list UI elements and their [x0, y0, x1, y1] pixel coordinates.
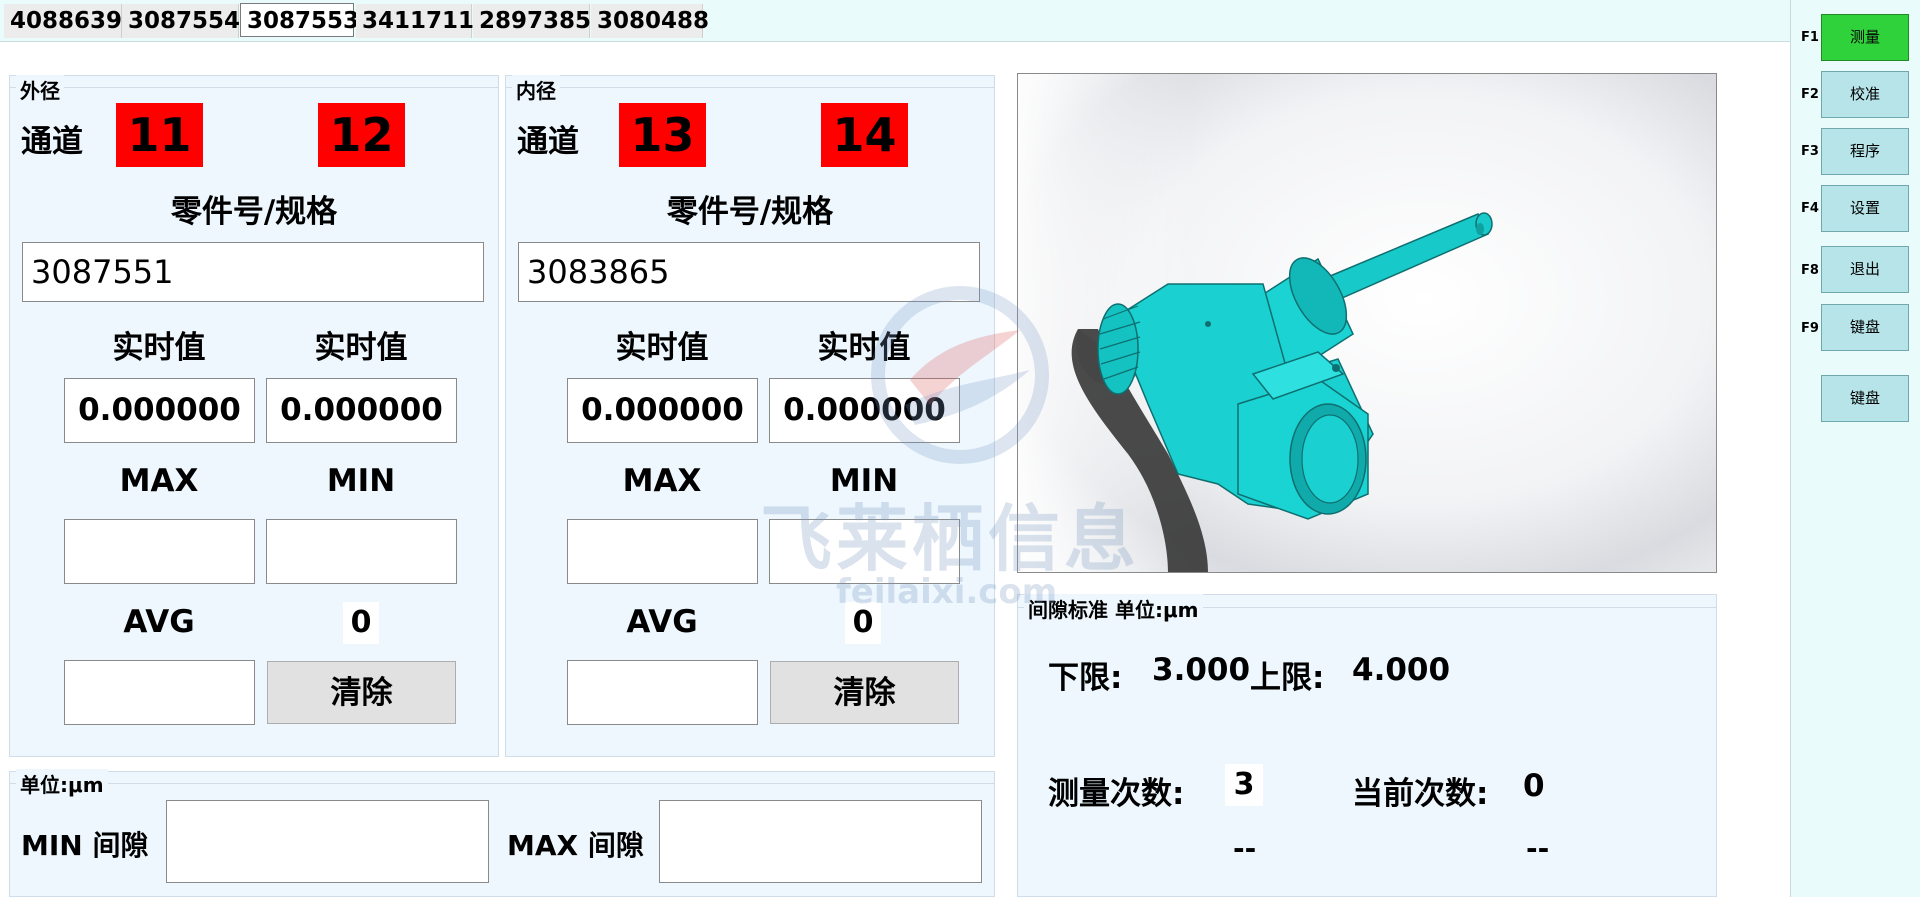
inner-min-label: MIN	[829, 463, 899, 499]
inner-count-value: 0	[845, 602, 881, 644]
current-count-value: 0	[1523, 768, 1545, 804]
min-gap-field[interactable]	[166, 800, 489, 883]
outer-part-number-value: 3087551	[31, 253, 174, 291]
outer-count-value: 0	[343, 602, 379, 644]
exit-button[interactable]: 退出	[1821, 246, 1909, 293]
outer-realtime-value-1: 0.000000	[64, 378, 255, 443]
tab-4088639[interactable]: 4088639	[4, 4, 122, 38]
tab-2897385[interactable]: 2897385	[473, 4, 591, 38]
inner-realtime-value-1: 0.000000	[567, 378, 758, 443]
outer-max-label: MAX	[119, 463, 199, 499]
gap-panel-title: 单位:μm	[16, 769, 108, 798]
outer-part-label: 零件号/规格	[170, 194, 338, 230]
lower-limit-label: 下限:	[1048, 660, 1123, 696]
outer-max-field[interactable]	[64, 519, 255, 584]
f4-key-label: F4	[1801, 201, 1819, 216]
measure-count-label: 测量次数:	[1048, 776, 1185, 812]
function-key-sidebar: F1 测量 F2 校准 F3 程序 F4 设置 F8 退出 F9 键盘 键盘	[1790, 0, 1920, 897]
outer-panel-title: 外径	[16, 75, 64, 104]
part-image-frame	[1017, 73, 1717, 573]
inner-min-field[interactable]	[769, 519, 960, 584]
inner-part-label: 零件号/规格	[666, 194, 834, 230]
outer-clear-button[interactable]: 清除	[267, 661, 456, 724]
outer-panel-border	[9, 87, 499, 88]
inner-panel-title: 内径	[512, 75, 560, 104]
part-3d-image	[1018, 74, 1716, 572]
gap-standard-title: 间隙标准 单位:μm	[1024, 594, 1203, 623]
channel-14-indicator: 14	[821, 103, 908, 167]
tab-3411711[interactable]: 3411711	[356, 4, 474, 38]
measure-result-1: --	[1233, 832, 1257, 865]
measure-count-value[interactable]: 3	[1225, 764, 1263, 806]
inner-max-field[interactable]	[567, 519, 758, 584]
outer-min-field[interactable]	[266, 519, 457, 584]
inner-channel-label: 通道	[517, 124, 579, 160]
inner-avg-field[interactable]	[567, 660, 758, 725]
channel-12-indicator: 12	[318, 103, 405, 167]
outer-channel-label: 通道	[21, 124, 83, 160]
max-gap-field[interactable]	[659, 800, 982, 883]
channel-11-indicator: 11	[116, 103, 203, 167]
measure-result-2: --	[1526, 832, 1550, 865]
f9-key-label: F9	[1801, 321, 1819, 336]
upper-limit-label: 上限:	[1250, 660, 1325, 696]
current-count-label: 当前次数:	[1352, 776, 1489, 812]
outer-avg-field[interactable]	[64, 660, 255, 725]
outer-realtime-label-1: 实时值	[112, 330, 206, 366]
lower-limit-value: 3.000	[1152, 652, 1251, 688]
max-gap-label: MAX 间隙	[507, 829, 644, 862]
outer-part-number-input[interactable]: 3087551	[22, 242, 484, 302]
settings-button[interactable]: 设置	[1821, 185, 1909, 232]
f1-key-label: F1	[1801, 30, 1819, 45]
inner-clear-button[interactable]: 清除	[770, 661, 959, 724]
inner-max-label: MAX	[622, 463, 702, 499]
inner-avg-label: AVG	[626, 604, 698, 640]
tab-3087554[interactable]: 3087554	[122, 4, 240, 38]
gap-standard-panel	[1017, 594, 1717, 897]
program-button[interactable]: 程序	[1821, 128, 1909, 175]
outer-realtime-value-2: 0.000000	[266, 378, 457, 443]
upper-limit-value: 4.000	[1352, 652, 1451, 688]
f2-key-label: F2	[1801, 87, 1819, 102]
watermark-logo-icon	[871, 286, 1049, 464]
inner-realtime-label-1: 实时值	[615, 330, 709, 366]
channel-13-indicator: 13	[619, 103, 706, 167]
outer-realtime-label-2: 实时值	[314, 330, 408, 366]
keyboard-button-2[interactable]: 键盘	[1821, 375, 1909, 422]
watermark-logo	[870, 285, 1050, 465]
tab-3087553[interactable]: 3087553	[240, 3, 359, 37]
f8-key-label: F8	[1801, 263, 1819, 278]
tab-3080488[interactable]: 3080488	[591, 4, 709, 38]
inner-panel-border	[505, 87, 995, 88]
measure-button[interactable]: 测量	[1821, 14, 1909, 61]
outer-min-label: MIN	[326, 463, 396, 499]
keyboard-button[interactable]: 键盘	[1821, 304, 1909, 351]
tab-strip: 4088639 3087554 3087553 3411711 2897385 …	[0, 0, 1790, 42]
outer-avg-label: AVG	[123, 604, 195, 640]
f3-key-label: F3	[1801, 144, 1819, 159]
gap-panel-border	[9, 783, 995, 784]
min-gap-label: MIN 间隙	[21, 829, 149, 862]
calibrate-button[interactable]: 校准	[1821, 71, 1909, 118]
